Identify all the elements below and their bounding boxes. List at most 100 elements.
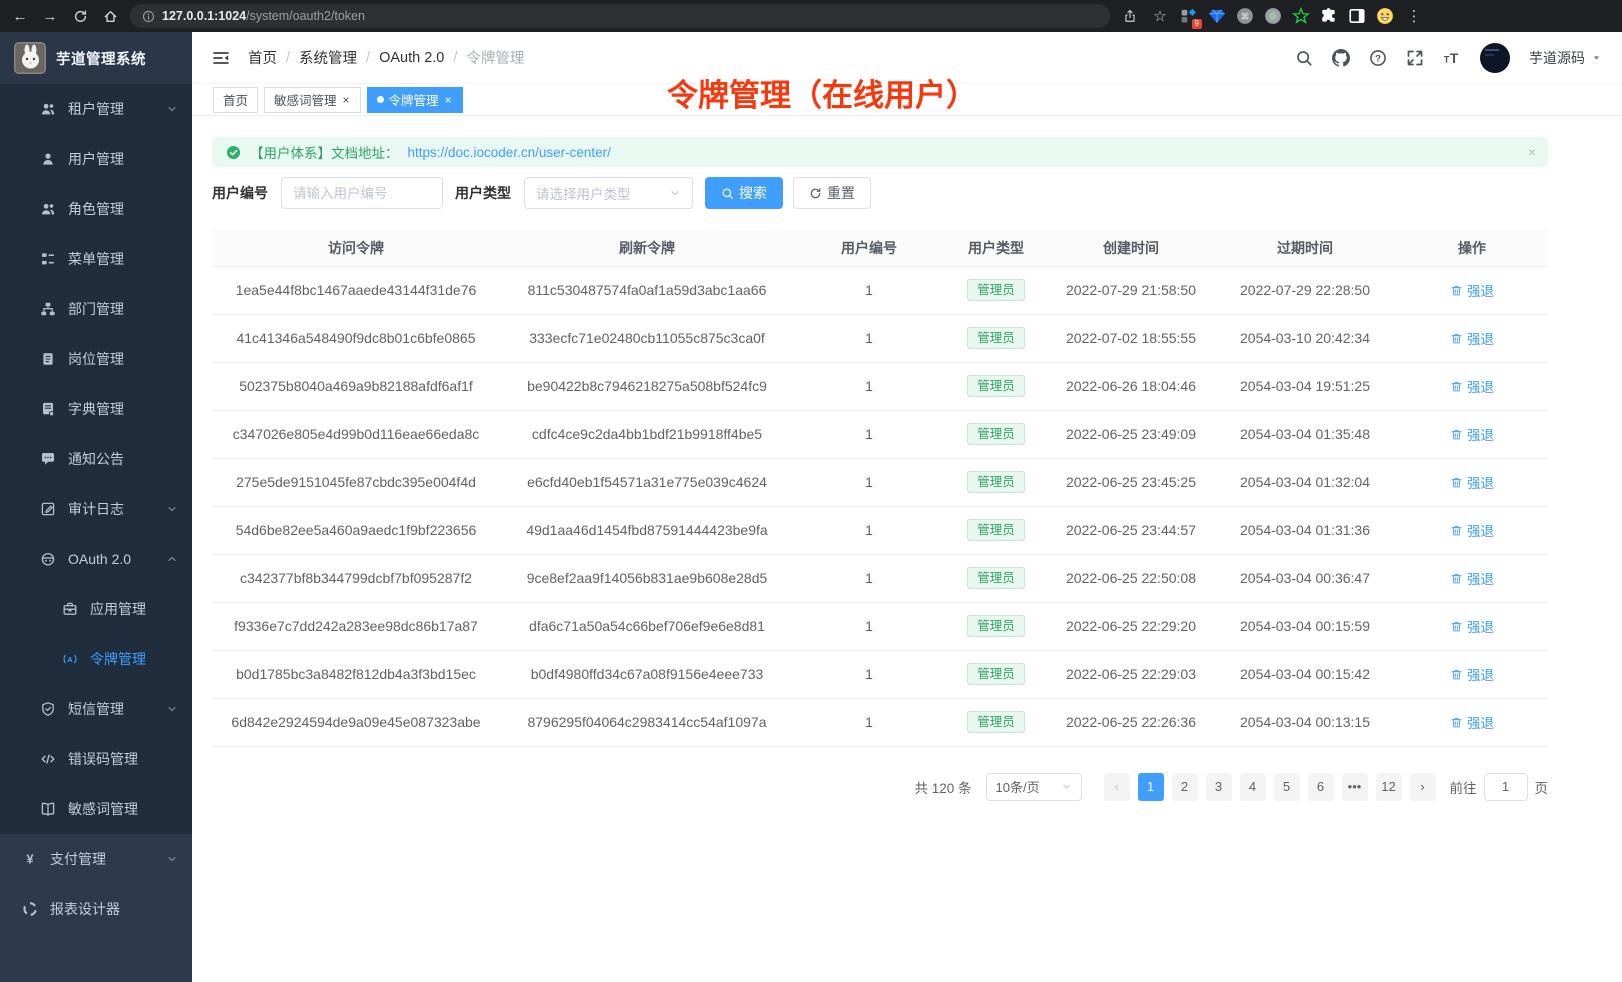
page-button[interactable]: 6 [1308,773,1334,801]
force-logout-button[interactable]: 强退 [1450,664,1494,684]
tab-tag[interactable]: 令牌管理 × [367,87,463,113]
profile-button[interactable] [1376,7,1394,25]
sidebar-item[interactable]: 租户管理 [0,84,192,134]
browser-back-button[interactable]: ← [10,6,30,26]
tab-tag[interactable]: 敏感词管理 × [264,87,361,113]
access-token-cell: b0d1785bc3a8482f812db4a3f3bd15ec [212,650,500,698]
sidebar-item[interactable]: 部门管理 [0,284,192,334]
breadcrumb-item[interactable]: OAuth 2.0 [357,50,444,66]
search-button[interactable] [1295,49,1313,67]
side-panel-icon [1348,7,1366,25]
github-button[interactable] [1332,49,1350,67]
extensions-menu-button[interactable] [1320,7,1338,25]
force-logout-button[interactable]: 强退 [1450,616,1494,636]
user-id-cell: 1 [794,554,944,602]
command-circle-icon: ⌘ [1236,7,1254,25]
force-logout-button[interactable]: 强退 [1450,328,1494,348]
browser-forward-button[interactable]: → [40,6,60,26]
sidebar-item[interactable]: 短信管理 [0,684,192,734]
search-button[interactable]: 搜索 [705,177,783,209]
user-id-input[interactable] [281,177,443,209]
side-panel-button[interactable] [1348,7,1366,25]
breadcrumb-item[interactable]: 令牌管理 [444,47,524,68]
app-logo[interactable]: 芋道管理系统 [0,32,192,84]
user-type-select[interactable]: 请选择用户类型 [524,177,693,209]
active-dot-icon [377,96,384,103]
force-logout-button[interactable]: 强退 [1450,712,1494,732]
breadcrumb-item[interactable]: 首页 [248,47,277,68]
share-button[interactable] [1120,6,1140,26]
sidebar-item[interactable]: 菜单管理 [0,234,192,284]
site-info-icon[interactable] [142,10,155,23]
force-logout-button[interactable]: 强退 [1450,424,1494,444]
tab-close-icon[interactable]: × [444,93,453,107]
browser-menu-button[interactable]: ⋮ [1404,6,1424,26]
help-button[interactable]: ? [1369,49,1387,67]
page-size-select[interactable]: 10条/页 [986,773,1082,801]
star-icon: ☆ [1153,9,1166,24]
table-header-row: 访问令牌刷新令牌用户编号用户类型创建时间过期时间操作 [212,230,1548,266]
force-logout-button[interactable]: 强退 [1450,280,1494,300]
force-logout-button[interactable]: 强退 [1450,472,1494,492]
goto-page-input[interactable] [1484,773,1528,801]
force-logout-button[interactable]: 强退 [1450,520,1494,540]
breadcrumb-item[interactable]: 系统管理 [277,47,357,68]
sidebar-toggle-button[interactable] [212,50,230,66]
screen: ← → 127.0.0.1:1024/system/oauth2/token ☆… [0,0,1622,982]
force-logout-button[interactable]: 强退 [1450,376,1494,396]
sidebar-item[interactable]: 用户管理 [0,134,192,184]
user-avatar[interactable] [1480,43,1510,73]
errcode-icon [40,751,56,767]
alert-text: 【用户体系】文档地址： [250,142,399,162]
font-size-button[interactable]: TT [1443,49,1461,67]
tab-tag[interactable]: 首页 × [213,87,258,113]
sidebar-item[interactable]: 报表设计器 [0,884,192,934]
page-button[interactable]: 12 [1376,773,1402,801]
next-page-button[interactable]: › [1410,773,1436,801]
page-button[interactable]: 1 [1138,773,1164,801]
sidebar-item[interactable]: ¥ 支付管理 [0,834,192,884]
reset-button[interactable]: 重置 [793,177,871,209]
sidebar-item[interactable]: 岗位管理 [0,334,192,384]
page-button[interactable]: 3 [1206,773,1232,801]
extension-star-button[interactable] [1292,7,1310,25]
sidebar-item[interactable]: 通知公告 [0,434,192,484]
user-menu[interactable]: 芋道源码 [1529,48,1602,68]
sidebar-item[interactable]: 错误码管理 [0,734,192,784]
table-header-cell: 用户编号 [794,230,944,266]
page-button[interactable]: 5 [1274,773,1300,801]
sidebar-item[interactable]: 敏感词管理 [0,784,192,834]
sidebar-item[interactable]: 应用管理 [0,584,192,634]
user-id-cell: 1 [794,362,944,410]
create-time-cell: 2022-06-26 18:04:46 [1048,362,1214,410]
bookmark-button[interactable]: ☆ [1150,6,1170,26]
browser-home-button[interactable] [100,6,120,26]
extension-command-button[interactable]: ⌘ [1236,7,1254,25]
alert-close-icon[interactable]: × [1528,144,1536,160]
extension-gem-button[interactable] [1208,7,1226,25]
sidebar-item[interactable]: 角色管理 [0,184,192,234]
extension-tabs-button[interactable]: 9 [1180,7,1198,25]
force-logout-button[interactable]: 强退 [1450,568,1494,588]
doc-link[interactable]: https://doc.iocoder.cn/user-center/ [408,145,611,160]
page-content: 【用户体系】文档地址： https://doc.iocoder.cn/user-… [192,116,1622,801]
page-button[interactable]: 2 [1172,773,1198,801]
browser-refresh-button[interactable] [70,6,90,26]
sidebar-item-label: 审计日志 [68,499,124,519]
refresh-token-cell: 811c530487574fa0af1a59d3abc1aa66 [500,266,794,314]
page-button[interactable]: ••• [1342,773,1368,801]
sidebar-item[interactable]: OAuth 2.0 [0,534,192,584]
sidebar-item[interactable]: A 令牌管理 [0,634,192,684]
svg-text:T: T [1444,54,1450,65]
address-bar[interactable]: 127.0.0.1:1024/system/oauth2/token [130,4,1110,28]
tab-close-icon[interactable]: × [342,93,351,107]
page-button[interactable]: 4 [1240,773,1266,801]
create-time-cell: 2022-06-25 22:29:03 [1048,650,1214,698]
emoji-avatar-icon [1376,7,1394,25]
prev-page-button[interactable]: ‹ [1104,773,1130,801]
sidebar-item[interactable]: 字典管理 [0,384,192,434]
breadcrumb: 首页系统管理OAuth 2.0令牌管理 [248,47,524,68]
fullscreen-button[interactable] [1406,49,1424,67]
extension-record-button[interactable] [1264,7,1282,25]
sidebar-item[interactable]: 审计日志 [0,484,192,534]
